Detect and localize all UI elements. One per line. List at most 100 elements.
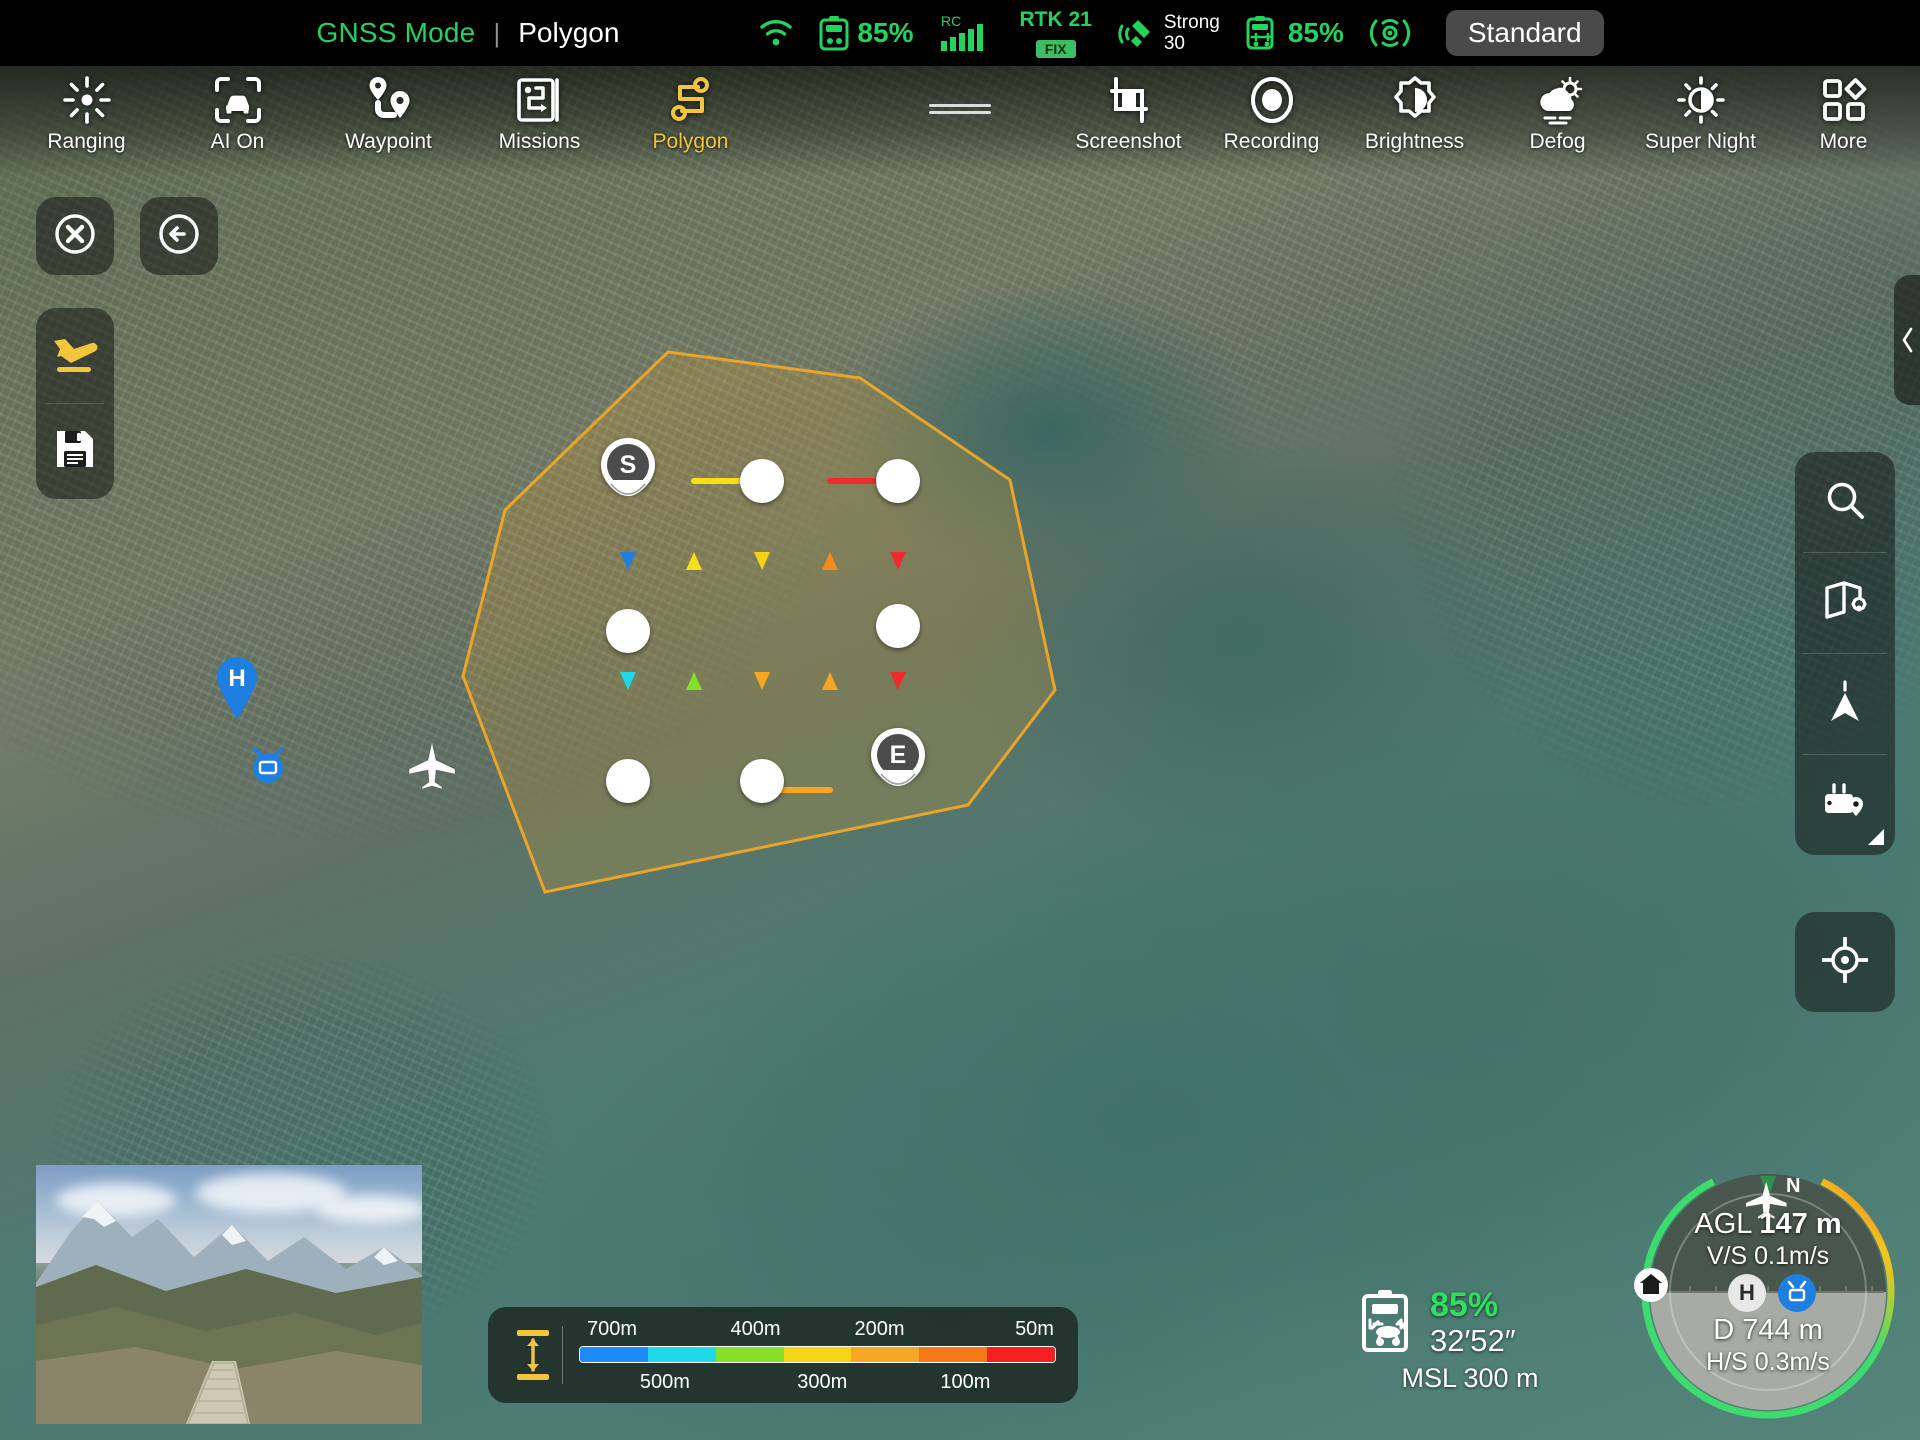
- thumbnail-mountains: [36, 1165, 422, 1424]
- aircraft-position-marker: [405, 738, 459, 797]
- waypoint-node[interactable]: [876, 604, 920, 648]
- home-point-marker[interactable]: H: [214, 656, 260, 725]
- recenter-target-icon: [1822, 937, 1868, 988]
- altitude-range-icon: [510, 1328, 556, 1382]
- screenshot-icon: [1104, 66, 1154, 126]
- svg-text:H: H: [228, 665, 245, 692]
- gps-signal-status[interactable]: Strong 30: [1118, 12, 1220, 54]
- map-search-button[interactable]: [1795, 452, 1895, 552]
- tool-label: Super Night: [1645, 130, 1756, 154]
- expand-corner-icon: [1868, 829, 1884, 845]
- drone-battery-percent: 85%: [1430, 1288, 1516, 1322]
- tool-screenshot[interactable]: Screenshot: [1076, 66, 1181, 154]
- standard-mode-button[interactable]: Standard: [1446, 10, 1604, 56]
- toolbar-right-group: Screenshot Recording Brightness: [1076, 66, 1896, 154]
- flight-mode-label: Polygon: [518, 17, 619, 49]
- takeoff-button[interactable]: [36, 308, 114, 403]
- rtk-fix-badge: FIX: [1036, 40, 1076, 58]
- tool-ranging[interactable]: Ranging: [34, 66, 139, 154]
- aircraft-battery-status[interactable]: 85%: [819, 15, 913, 51]
- rc-battery-status[interactable]: 85%: [1246, 15, 1344, 51]
- navigation-arrow-icon: [1825, 679, 1865, 730]
- tool-recording[interactable]: Recording: [1219, 66, 1324, 154]
- rtk-count: 21: [1068, 8, 1091, 31]
- end-waypoint-marker[interactable]: E: [871, 728, 925, 807]
- recenter-button[interactable]: [1795, 912, 1895, 1012]
- start-waypoint-marker[interactable]: S: [601, 438, 655, 517]
- tool-ai-on[interactable]: AI On: [185, 66, 290, 154]
- rc-battery-icon: [1246, 15, 1280, 51]
- waypoint-node[interactable]: [876, 459, 920, 503]
- svg-text:RC: RC: [941, 13, 961, 29]
- tool-brightness[interactable]: Brightness: [1362, 66, 1467, 154]
- msl-value: 300 m: [1463, 1363, 1538, 1393]
- ranging-icon: [62, 66, 112, 126]
- back-arrow-circle-icon: [157, 212, 201, 261]
- drone-battery-icon: [1360, 1288, 1420, 1359]
- rtk-status[interactable]: RTK 21 FIX: [1019, 9, 1091, 58]
- drone-app-root: S E H GNSS Mode | Polygon: [0, 0, 1920, 1440]
- map-orientation-button[interactable]: [1795, 654, 1895, 754]
- defog-icon: [1532, 66, 1584, 126]
- waypoint-node[interactable]: [740, 759, 784, 803]
- search-icon: [1824, 479, 1866, 526]
- scale-tick-bottom: 500m: [579, 1371, 751, 1394]
- compass-north-label: N: [1786, 1175, 1800, 1197]
- toolbar-collapse-handle[interactable]: [929, 104, 991, 116]
- tool-defog[interactable]: Defog: [1505, 66, 1610, 154]
- save-floppy-icon: [53, 427, 97, 476]
- waypoint-node[interactable]: [606, 609, 650, 653]
- ai-detection-icon: [213, 66, 263, 126]
- scale-tick-top: 200m: [817, 1318, 941, 1341]
- map-layers-button[interactable]: [1795, 553, 1895, 653]
- camera-location-icon: [1821, 782, 1869, 829]
- aircraft-battery-value: 85%: [857, 17, 913, 49]
- scale-tick-top: 700m: [579, 1318, 693, 1341]
- gnss-mode-label: GNSS Mode: [316, 17, 475, 49]
- wifi-icon: [759, 18, 793, 48]
- polygon-icon: [666, 66, 716, 126]
- missions-icon: [515, 66, 565, 126]
- back-button[interactable]: [140, 197, 218, 275]
- map-tools-stack: [1795, 452, 1895, 855]
- tool-waypoint[interactable]: Waypoint: [336, 66, 441, 154]
- compass-telemetry-widget[interactable]: N AGL 147 m V/S 0.1m/s D 744 m H/S 0.3m/…: [1638, 1162, 1898, 1422]
- map-layers-settings-icon: [1822, 578, 1868, 629]
- save-mission-button[interactable]: [36, 404, 114, 499]
- camera-location-button[interactable]: [1795, 755, 1895, 855]
- rtk-label: RTK: [1019, 8, 1062, 31]
- toolbar-left-group: Ranging AI On: [34, 66, 743, 154]
- wifi-status[interactable]: [759, 18, 793, 48]
- tool-label: Polygon: [653, 130, 729, 154]
- tool-label: Recording: [1224, 130, 1320, 154]
- flight-time-remaining: 32′52″: [1430, 1324, 1516, 1358]
- gps-satellite-count: 30: [1164, 33, 1185, 54]
- right-panel-expand-handle[interactable]: [1894, 275, 1920, 405]
- close-mission-button[interactable]: [36, 197, 114, 275]
- tool-polygon[interactable]: Polygon: [638, 66, 743, 154]
- gimbal-status[interactable]: [1370, 13, 1410, 53]
- tool-missions[interactable]: Missions: [487, 66, 592, 154]
- camera-preview-thumbnail[interactable]: [36, 1165, 422, 1424]
- aircraft-battery-icon: [819, 15, 849, 51]
- close-circle-icon: [53, 212, 97, 261]
- waypoint-node[interactable]: [606, 759, 650, 803]
- tool-label: Defog: [1529, 130, 1585, 154]
- satellite-icon: [1118, 14, 1156, 52]
- altitude-gradient-bar: [579, 1346, 1056, 1363]
- scale-tick-top: 400m: [693, 1318, 817, 1341]
- waypoint-icon: [362, 66, 416, 126]
- waypoint-node[interactable]: [740, 459, 784, 503]
- tool-label: Screenshot: [1075, 130, 1181, 154]
- tool-more[interactable]: More: [1791, 66, 1896, 154]
- more-grid-icon: [1819, 66, 1869, 126]
- gimbal-calibration-icon: [1370, 13, 1410, 53]
- tool-label: Missions: [499, 130, 581, 154]
- home-point-compass-icon: [1632, 1266, 1670, 1309]
- rc-position-marker[interactable]: [246, 742, 290, 791]
- tool-super-night[interactable]: Super Night: [1648, 66, 1753, 154]
- legend-divider: [562, 1326, 563, 1384]
- gps-strength-label: Strong: [1164, 12, 1220, 33]
- rc-signal-status[interactable]: RC: [939, 13, 993, 53]
- left-control-row: [36, 197, 218, 275]
